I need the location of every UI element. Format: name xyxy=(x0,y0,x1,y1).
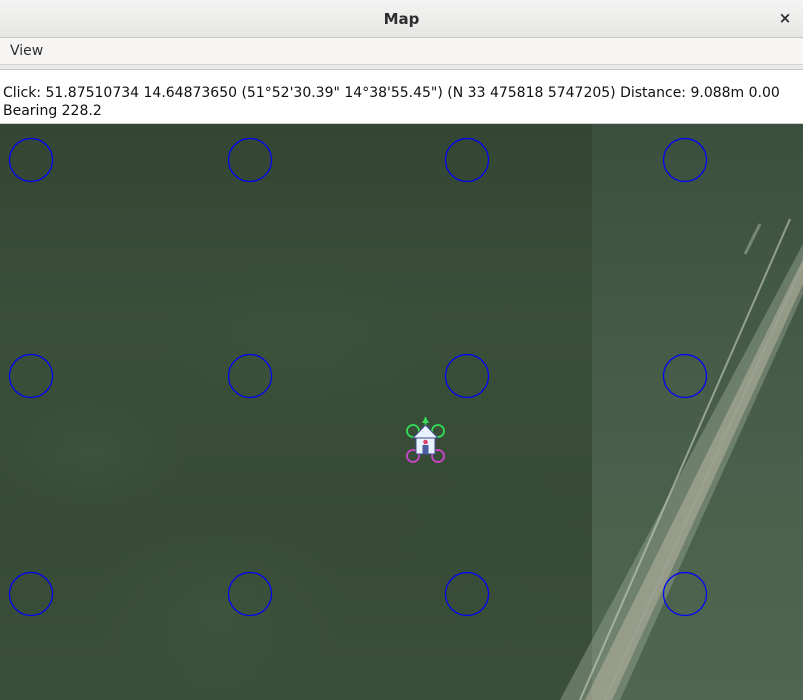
waypoint-circle-icon[interactable] xyxy=(662,137,708,183)
home-icon xyxy=(411,424,440,455)
waypoint-grid xyxy=(8,137,708,617)
bearing-text: Bearing 228.2 xyxy=(3,103,102,119)
waypoint-circle-icon[interactable] xyxy=(227,571,273,617)
waypoint-circle-icon[interactable] xyxy=(444,137,490,183)
waypoint-circle-icon[interactable] xyxy=(227,137,273,183)
title-bar[interactable]: Map × xyxy=(0,0,803,38)
menu-bar: View xyxy=(0,38,803,65)
waypoint-circle-icon[interactable] xyxy=(8,571,54,617)
waypoint-circle-icon[interactable] xyxy=(444,353,490,399)
waypoint-circle-icon[interactable] xyxy=(8,137,54,183)
close-button[interactable]: × xyxy=(777,10,793,26)
window-title: Map xyxy=(383,10,420,28)
map-overlay xyxy=(8,137,803,700)
waypoint-circle-icon[interactable] xyxy=(662,571,708,617)
road-track xyxy=(560,218,803,700)
click-info-text: Click: 51.87510734 14.64873650 (51°52'30… xyxy=(3,85,780,101)
map-view[interactable] xyxy=(0,124,803,700)
waypoint-circle-icon[interactable] xyxy=(8,353,54,399)
info-panel: Click: 51.87510734 14.64873650 (51°52'30… xyxy=(0,69,803,124)
waypoint-circle-icon[interactable] xyxy=(227,353,273,399)
waypoint-circle-icon[interactable] xyxy=(444,571,490,617)
menu-view[interactable]: View xyxy=(10,43,43,59)
waypoint-circle-icon[interactable] xyxy=(662,353,708,399)
